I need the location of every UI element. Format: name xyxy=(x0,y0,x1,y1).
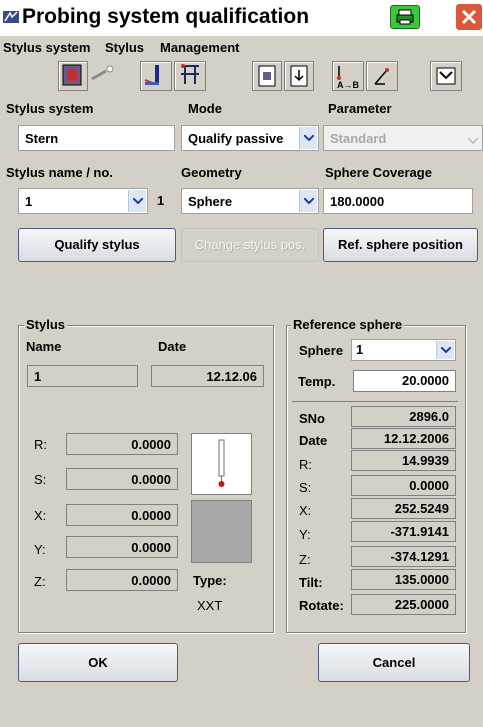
change-stylus-pos-button: Change stylus pos. xyxy=(181,228,319,262)
stylus-date-header: Date xyxy=(158,339,187,354)
reference-sphere-title: Reference sphere xyxy=(291,317,405,332)
ok-button[interactable]: OK xyxy=(18,643,178,682)
date-value: 12.12.2006 xyxy=(351,428,456,449)
stylus-type-value: XXT xyxy=(197,598,223,613)
stylus-r-value: 0.0000 xyxy=(66,433,178,455)
sno-label: SNo xyxy=(299,411,325,426)
stylus-group-title: Stylus xyxy=(24,317,68,332)
stylus-x-value: 0.0000 xyxy=(66,504,178,526)
window-title: Probing system qualification xyxy=(22,5,310,28)
sphere-label: Sphere xyxy=(299,343,344,358)
z-value: -374.1291 xyxy=(351,546,456,567)
date-label: Date xyxy=(299,433,328,448)
tilt-value: 135.0000 xyxy=(351,569,456,590)
mode-value: Qualify passive xyxy=(188,131,284,146)
tilt-label: Tilt: xyxy=(299,575,323,590)
stylus-type-label: Type: xyxy=(193,573,227,588)
sphere-value: 1 xyxy=(356,342,364,357)
mode-dropdown[interactable]: Qualify passive xyxy=(181,125,319,151)
print-button[interactable] xyxy=(390,5,420,29)
s-label: S: xyxy=(299,480,312,495)
printer-icon xyxy=(396,9,414,25)
stylus-z-label: Z: xyxy=(34,574,46,589)
stylus-date-field: 12.12.06 xyxy=(151,365,264,387)
rotate-value: 225.0000 xyxy=(351,594,456,615)
app-icon xyxy=(2,9,20,25)
s-value: 0.0000 xyxy=(351,475,456,496)
stylus-s-value: 0.0000 xyxy=(66,468,178,490)
menu-stylus-system[interactable]: Stylus system xyxy=(3,40,90,55)
probe-head-icon[interactable] xyxy=(430,61,462,91)
parameter-value: Standard xyxy=(330,131,387,146)
menu-stylus[interactable]: Stylus xyxy=(105,40,144,55)
toolbar: A→B xyxy=(0,59,483,95)
stylus-system-icon[interactable] xyxy=(58,61,88,91)
temp-label: Temp. xyxy=(298,374,336,389)
chevron-down-icon xyxy=(467,132,479,147)
axis-arrow-icon[interactable] xyxy=(366,61,398,91)
y-label: Y: xyxy=(299,527,311,542)
chevron-down-icon[interactable] xyxy=(436,341,454,359)
close-button[interactable] xyxy=(455,3,483,31)
r-label: R: xyxy=(299,457,312,472)
sphere-coverage-input[interactable]: 180.0000 xyxy=(323,188,473,214)
chevron-down-icon[interactable] xyxy=(128,190,146,212)
import-icon[interactable] xyxy=(284,61,314,91)
change-stylus-icon[interactable] xyxy=(140,61,172,91)
multi-stylus-icon[interactable] xyxy=(174,61,206,91)
cancel-button[interactable]: Cancel xyxy=(318,643,470,682)
stylus-s-label: S: xyxy=(34,472,47,487)
geometry-value: Sphere xyxy=(188,194,233,209)
mode-label: Mode xyxy=(188,101,222,116)
geometry-label: Geometry xyxy=(181,165,242,180)
stylus-r-label: R: xyxy=(34,437,47,452)
stylus-x-label: X: xyxy=(34,508,47,523)
stylus-system-label: Stylus system xyxy=(6,101,94,116)
sphere-dropdown[interactable]: 1 xyxy=(351,339,456,361)
chevron-down-icon[interactable] xyxy=(299,127,317,149)
sphere-coverage-label: Sphere Coverage xyxy=(325,165,432,180)
stylus-type-preview xyxy=(191,500,252,563)
rotate-label: Rotate: xyxy=(299,598,344,613)
stylus-system-input[interactable]: Stern xyxy=(18,125,175,151)
chevron-down-icon[interactable] xyxy=(299,190,317,212)
parameter-label: Parameter xyxy=(328,101,392,116)
y-value: -371.9141 xyxy=(351,521,456,542)
stylus-y-label: Y: xyxy=(34,542,46,557)
parameter-dropdown: Standard xyxy=(323,125,483,151)
x-value: 252.5249 xyxy=(351,498,456,519)
stylus-y-value: 0.0000 xyxy=(66,536,178,558)
menu-bar: Stylus system Stylus Management xyxy=(0,38,483,58)
export-icon[interactable] xyxy=(252,61,282,91)
stylus-no-value: 1 xyxy=(157,193,165,208)
ab-transform-icon[interactable]: A→B xyxy=(332,61,364,91)
title-bar: Probing system qualification xyxy=(0,0,483,36)
close-icon xyxy=(461,9,477,25)
stylus-name-label: Stylus name / no. xyxy=(6,165,113,180)
ref-sphere-position-button[interactable]: Ref. sphere position xyxy=(323,228,478,262)
sno-value: 2896.0 xyxy=(351,406,456,427)
stylus-name-dropdown[interactable]: 1 xyxy=(18,188,148,214)
r-value: 14.9939 xyxy=(351,450,456,471)
qualify-stylus-button[interactable]: Qualify stylus xyxy=(18,228,176,262)
temp-input[interactable]: 20.0000 xyxy=(353,370,456,392)
stylus-z-value: 0.0000 xyxy=(66,569,178,591)
menu-management[interactable]: Management xyxy=(160,40,239,55)
z-label: Z: xyxy=(299,552,311,567)
stylus-preview-icon xyxy=(218,439,225,487)
stylus-name-value: 1 xyxy=(25,194,33,209)
stylus-name-header: Name xyxy=(26,339,62,354)
svg-text:A→B: A→B xyxy=(337,80,359,90)
stylus-probe-icon[interactable] xyxy=(88,61,120,91)
x-label: X: xyxy=(299,503,312,518)
geometry-dropdown[interactable]: Sphere xyxy=(181,188,319,214)
divider xyxy=(292,401,458,402)
stylus-name-field: 1 xyxy=(27,365,138,387)
stylus-preview xyxy=(191,433,252,495)
